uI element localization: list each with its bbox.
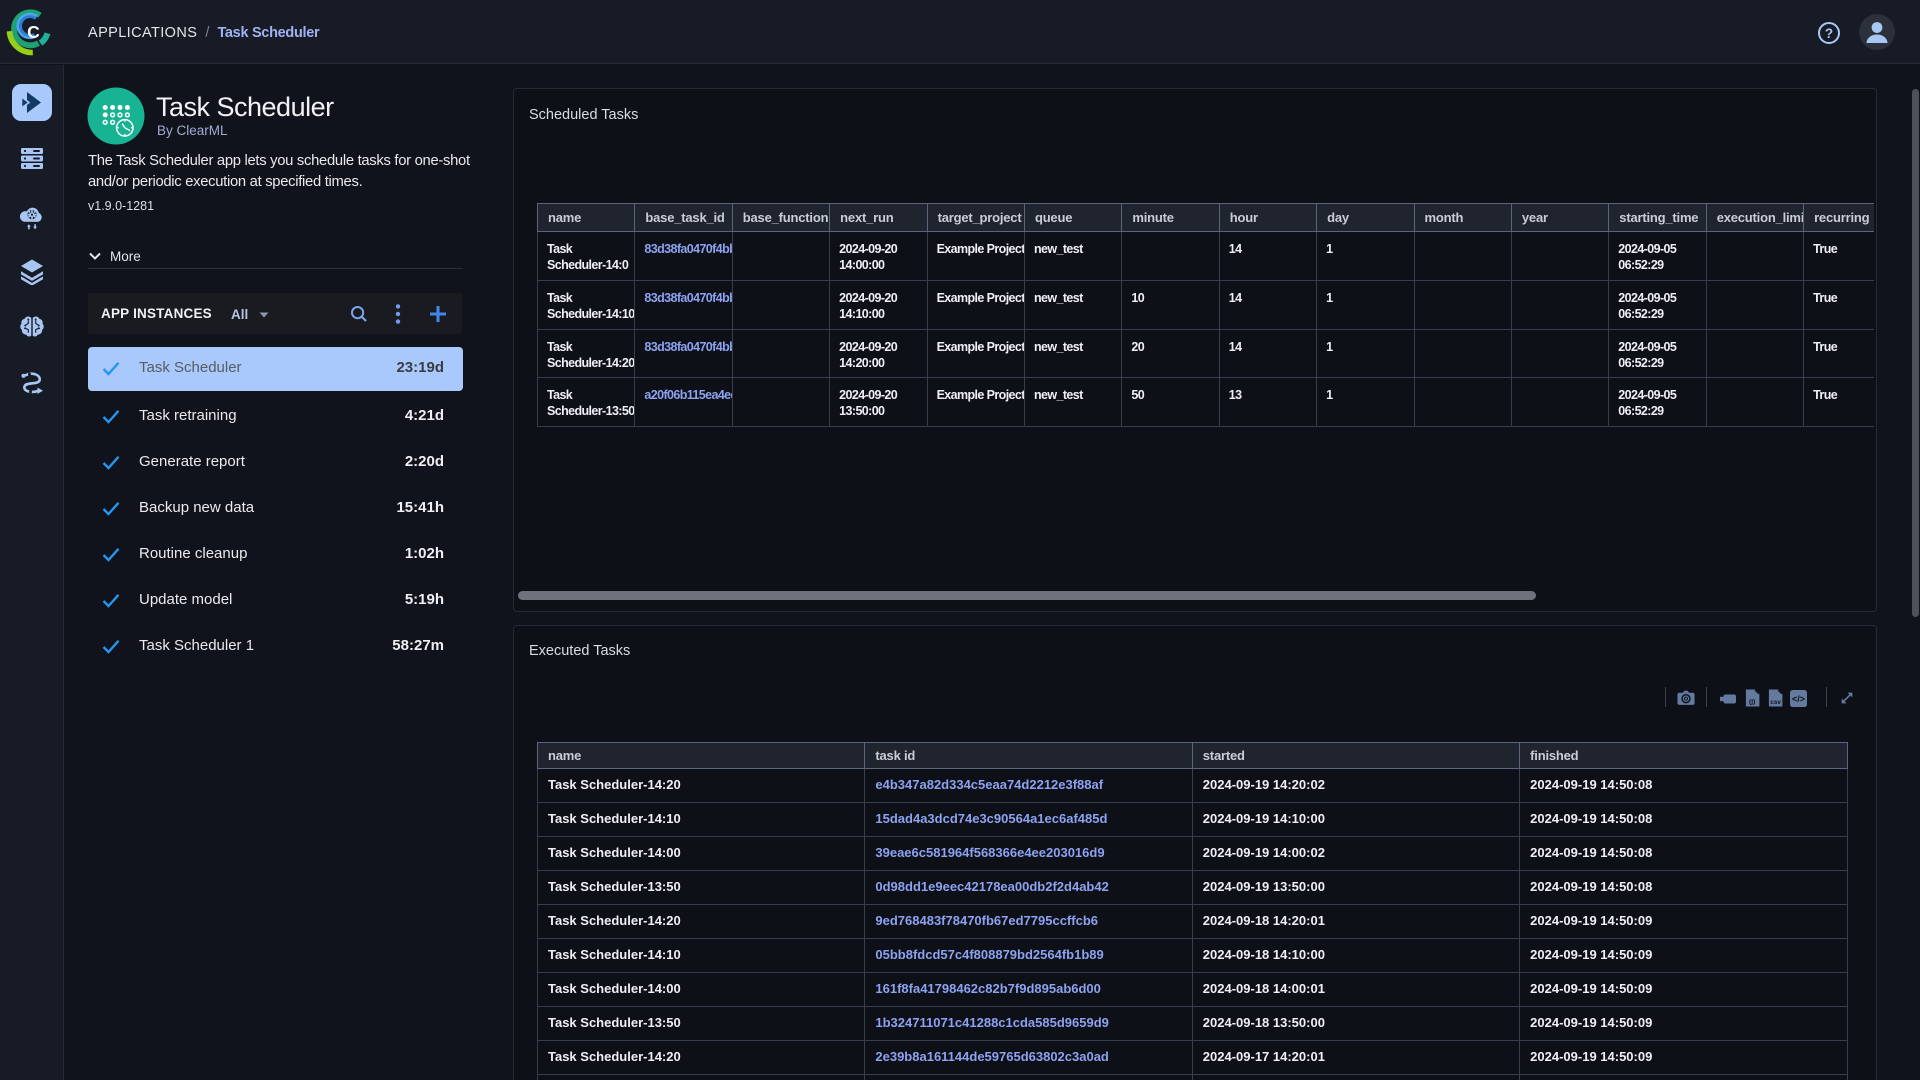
svg-text:?: ? <box>1825 26 1833 41</box>
svg-text:(j): (j) <box>1749 698 1755 705</box>
svg-text:csv: csv <box>1770 699 1781 706</box>
svg-text:</>: </> <box>1792 694 1805 704</box>
svg-text:C: C <box>27 22 40 42</box>
